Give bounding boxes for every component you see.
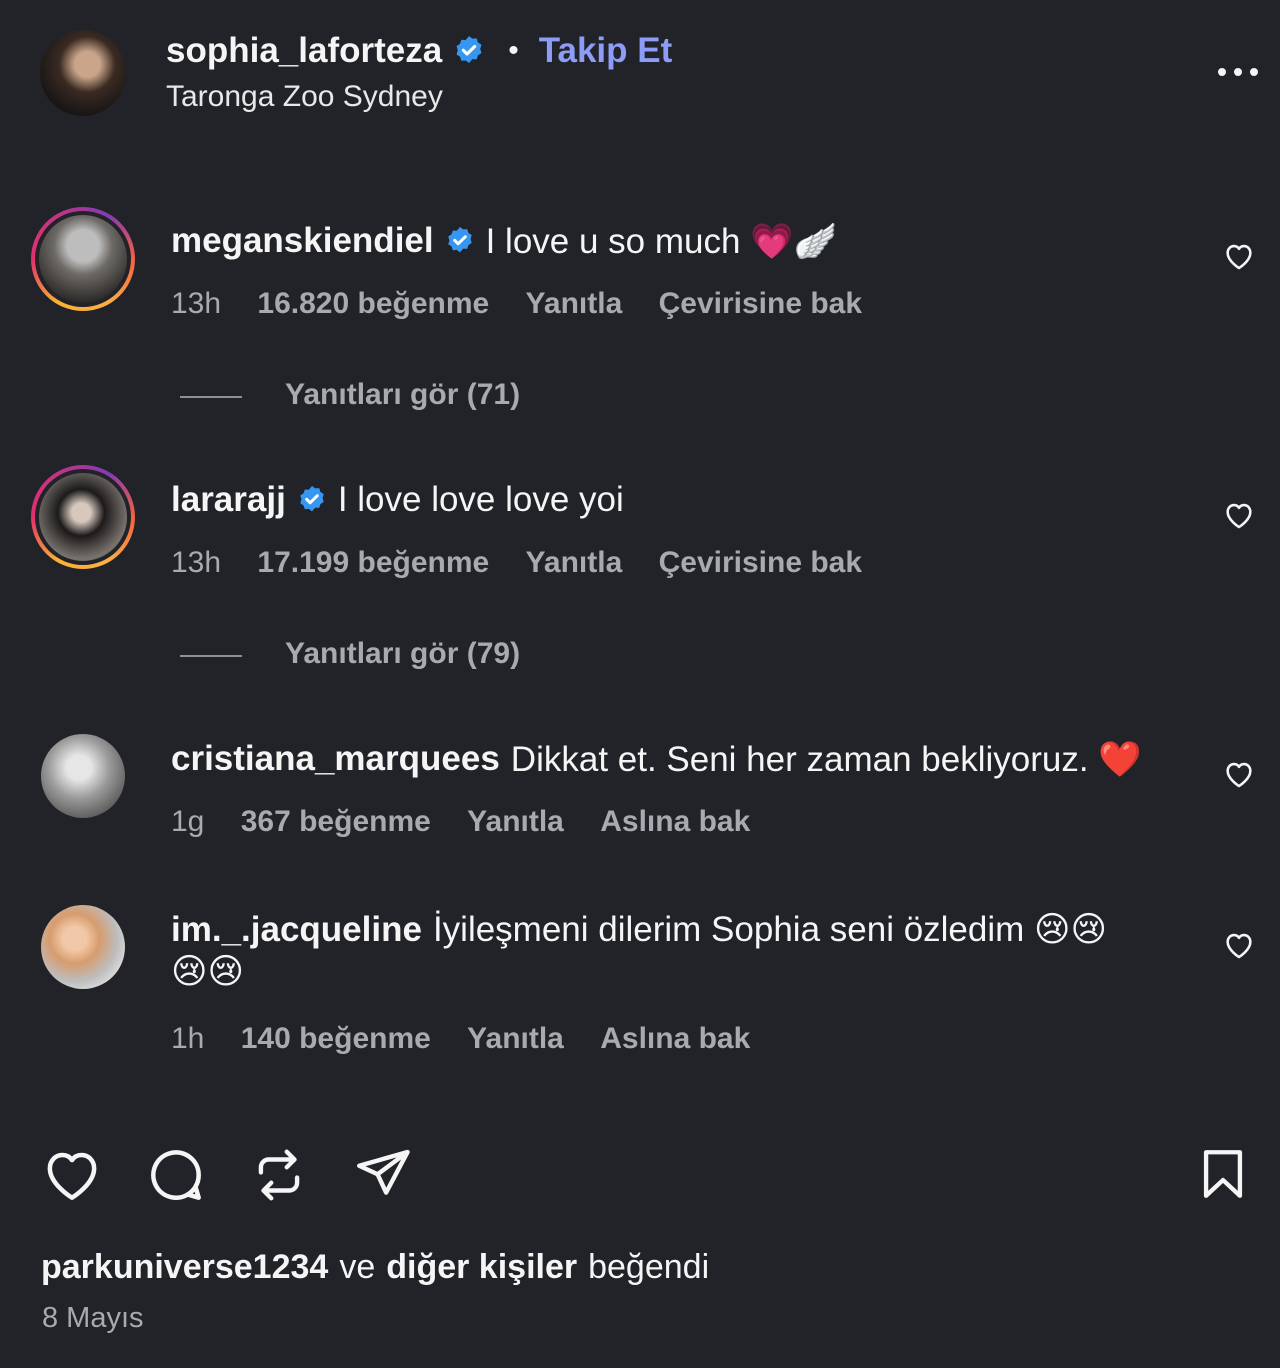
liked-by-suffix: beğendi <box>588 1248 710 1286</box>
comment-avatar <box>39 473 127 561</box>
comment-text: İyileşmeni dilerim Sophia seni özledim 😢… <box>432 910 1107 949</box>
bookmark-icon[interactable] <box>1194 1143 1252 1205</box>
comment-like-heart-icon[interactable] <box>1222 498 1256 532</box>
comment-like-heart-icon[interactable] <box>1222 239 1256 273</box>
see-original-button[interactable]: Aslına bak <box>600 1022 750 1055</box>
post-author-username[interactable]: sophia_laforteza <box>166 31 442 71</box>
comment-time: 13h <box>171 287 222 320</box>
translate-button[interactable]: Çevirisine bak <box>659 546 862 579</box>
liked-by-others[interactable]: diğer kişiler <box>386 1248 577 1287</box>
comment-meta: 1h 140 beğenme Yanıtla Aslına bak <box>171 1022 778 1056</box>
comment-meta: 1g 367 beğenme Yanıtla Aslına bak <box>171 805 778 839</box>
comment-line: im._.jacqueline İyileşmeni dilerim Sophi… <box>171 907 1107 953</box>
comment-text-continued: 😢😢 <box>171 952 244 991</box>
comment-username[interactable]: lararajj <box>171 480 286 520</box>
repost-icon[interactable] <box>248 1143 310 1207</box>
comment-meta: 13h 16.820 beğenme Yanıtla Çevirisine ba… <box>171 287 890 321</box>
comment-username[interactable]: im._.jacqueline <box>171 910 422 950</box>
comment-line: meganskiendiel I love u so much 💗🪽 <box>171 218 837 264</box>
comment-time: 1h <box>171 1022 205 1055</box>
post-date: 8 Mayıs <box>42 1302 144 1334</box>
heart-icon[interactable] <box>40 1143 104 1207</box>
comment-line: lararajj I love love love yoi <box>171 477 624 523</box>
follow-button[interactable]: Takip Et <box>539 31 673 71</box>
comment-line: cristiana_marquees Dikkat et. Seni her z… <box>171 736 1142 782</box>
reply-button[interactable]: Yanıtla <box>467 805 564 838</box>
replies-divider <box>180 396 242 398</box>
comment-avatar-ring[interactable] <box>31 207 135 311</box>
comment-text: I love u so much 💗🪽 <box>485 221 838 261</box>
comment-likes[interactable]: 140 beğenme <box>241 1022 431 1055</box>
liked-by-text: parkuniverse1234 ve diğer kişiler beğend… <box>41 1248 709 1287</box>
comment-avatar <box>39 215 127 303</box>
comment-username[interactable]: meganskiendiel <box>171 221 434 261</box>
view-replies-button[interactable]: Yanıtları gör (71) <box>285 378 520 412</box>
reply-button[interactable]: Yanıtla <box>467 1022 564 1055</box>
liked-by-user[interactable]: parkuniverse1234 <box>41 1248 328 1287</box>
comment-likes[interactable]: 367 beğenme <box>241 805 431 838</box>
comment-icon[interactable] <box>144 1143 208 1207</box>
comment-meta: 13h 17.199 beğenme Yanıtla Çevirisine ba… <box>171 546 890 580</box>
comment-time: 1g <box>171 805 205 838</box>
comment-likes[interactable]: 17.199 beğenme <box>257 546 489 579</box>
verified-badge-icon <box>456 36 482 64</box>
comment-likes[interactable]: 16.820 beğenme <box>257 287 489 320</box>
comment-avatar-ring[interactable] <box>31 465 135 569</box>
comment-avatar[interactable] <box>41 734 125 818</box>
post-location[interactable]: Taronga Zoo Sydney <box>166 80 443 114</box>
comment-username[interactable]: cristiana_marquees <box>171 739 500 779</box>
comment-time: 13h <box>171 546 222 579</box>
replies-divider <box>180 655 242 657</box>
post-author-avatar[interactable] <box>40 30 126 116</box>
comment-text: Dikkat et. Seni her zaman bekliyoruz. ❤️ <box>510 739 1142 779</box>
reply-button[interactable]: Yanıtla <box>526 287 623 320</box>
verified-badge-icon <box>300 486 324 512</box>
verified-badge-icon <box>447 227 472 253</box>
comment-like-heart-icon[interactable] <box>1222 757 1256 791</box>
view-replies-button[interactable]: Yanıtları gör (79) <box>285 637 520 671</box>
more-horizontal-icon[interactable] <box>1214 62 1262 82</box>
comment-avatar[interactable] <box>41 905 125 989</box>
send-icon[interactable] <box>352 1143 414 1205</box>
separator-dot: • <box>508 34 519 67</box>
comment-text: I love love love yoi <box>337 480 624 519</box>
comment-like-heart-icon[interactable] <box>1222 928 1256 962</box>
translate-button[interactable]: Çevirisine bak <box>659 287 862 320</box>
post-author-row: sophia_laforteza • Takip Et <box>166 28 672 74</box>
liked-by-connector: ve <box>339 1248 376 1286</box>
see-original-button[interactable]: Aslına bak <box>600 805 750 838</box>
reply-button[interactable]: Yanıtla <box>526 546 623 579</box>
